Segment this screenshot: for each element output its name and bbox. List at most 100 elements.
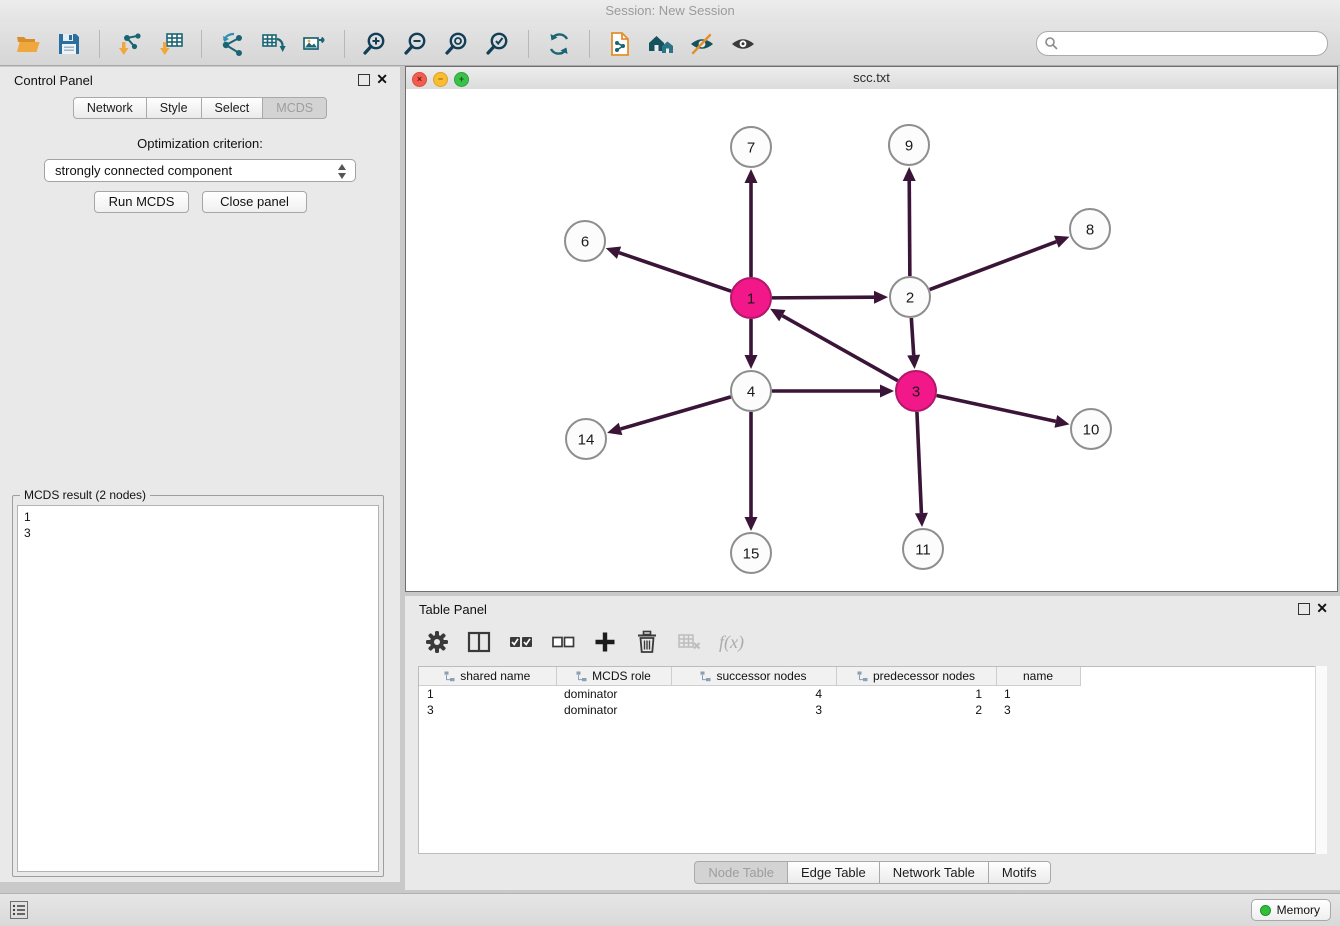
graph-edge-arrowhead: [606, 247, 621, 259]
cell-predecessor-nodes[interactable]: 1: [836, 686, 996, 703]
graph-edge-1-2[interactable]: [772, 297, 874, 298]
table-panel: Table Panel ✕: [405, 596, 1340, 890]
eye-icon[interactable]: [727, 28, 759, 60]
memory-button[interactable]: Memory: [1251, 899, 1331, 921]
graph-node-3[interactable]: 3: [896, 371, 936, 411]
tab-motifs[interactable]: Motifs: [988, 861, 1051, 884]
header-filler: [1080, 667, 1326, 686]
graph-edge-4-14[interactable]: [621, 397, 731, 429]
import-table-icon[interactable]: [155, 28, 187, 60]
svg-text:3: 3: [912, 384, 920, 401]
graph-edge-3-1[interactable]: [782, 316, 897, 381]
optimization-criterion-value: strongly connected component: [55, 163, 232, 178]
cell-successor-nodes[interactable]: 4: [671, 686, 836, 703]
table-row[interactable]: 3 dominator 3 2 3: [419, 702, 1326, 718]
network-canvas[interactable]: 1 2 3 4 6 7 8 9 10 11 14 15: [406, 89, 1337, 591]
table-vertical-scrollbar[interactable]: [1315, 666, 1327, 854]
cell-successor-nodes[interactable]: 3: [671, 702, 836, 718]
search-icon: [1044, 36, 1058, 50]
control-panel-close-icon[interactable]: ✕: [376, 71, 388, 87]
zoom-fit-icon[interactable]: [441, 28, 473, 60]
col-header-predecessor-nodes[interactable]: predecessor nodes: [836, 667, 996, 686]
col-header-name[interactable]: name: [996, 667, 1080, 686]
task-history-icon[interactable]: [10, 901, 28, 924]
apply-layout-icon[interactable]: [543, 28, 575, 60]
add-icon[interactable]: [589, 626, 621, 658]
graph-node-7[interactable]: 7: [731, 127, 771, 167]
table-panel-close-icon[interactable]: ✕: [1316, 600, 1328, 616]
graph-edge-2-3[interactable]: [911, 318, 913, 355]
cell-name[interactable]: 3: [996, 702, 1080, 718]
graph-edge-3-10[interactable]: [937, 395, 1056, 421]
window-close-button[interactable]: ×: [412, 72, 427, 87]
node-table: shared name MCDS role successor nodes pr…: [419, 667, 1326, 718]
toolbar-separator: [99, 30, 100, 58]
cell-name[interactable]: 1: [996, 686, 1080, 703]
home-icon[interactable]: [645, 28, 677, 60]
tab-edge-table[interactable]: Edge Table: [787, 861, 880, 884]
cell-shared-name[interactable]: 3: [419, 702, 556, 718]
graph-node-14[interactable]: 14: [566, 419, 606, 459]
graph-node-10[interactable]: 10: [1071, 409, 1111, 449]
mcds-result-item[interactable]: 3: [24, 525, 372, 541]
import-network-icon[interactable]: [114, 28, 146, 60]
graph-node-11[interactable]: 11: [903, 529, 943, 569]
run-mcds-button[interactable]: Run MCDS: [94, 191, 189, 213]
cell-mcds-role[interactable]: dominator: [556, 702, 671, 718]
deselect-all-icon[interactable]: [547, 626, 579, 658]
graph-edge-arrowhead: [745, 517, 758, 531]
graph-edge-1-6[interactable]: [619, 253, 731, 291]
graph-edge-2-9[interactable]: [909, 181, 910, 276]
window-zoom-button[interactable]: +: [454, 72, 469, 87]
col-header-successor-nodes[interactable]: successor nodes: [671, 667, 836, 686]
graph-node-2[interactable]: 2: [890, 277, 930, 317]
graph-node-1[interactable]: 1: [731, 278, 771, 318]
col-header-mcds-role[interactable]: MCDS role: [556, 667, 671, 686]
mcds-result-item[interactable]: 1: [24, 509, 372, 525]
cell-shared-name[interactable]: 1: [419, 686, 556, 703]
col-header-shared-name[interactable]: shared name: [419, 667, 556, 686]
close-panel-button[interactable]: Close panel: [202, 191, 307, 213]
clone-network-icon[interactable]: [216, 28, 248, 60]
tab-style[interactable]: Style: [146, 97, 202, 119]
select-all-icon[interactable]: [505, 626, 537, 658]
graph-node-8[interactable]: 8: [1070, 209, 1110, 249]
save-session-icon[interactable]: [53, 28, 85, 60]
mcds-result-groupbox: MCDS result (2 nodes) 1 3: [12, 495, 384, 877]
graph-node-15[interactable]: 15: [731, 533, 771, 573]
node-table-wrap: shared name MCDS role successor nodes pr…: [418, 666, 1327, 854]
tab-node-table[interactable]: Node Table: [694, 861, 788, 884]
table-panel-float-icon[interactable]: [1298, 603, 1310, 615]
table-panel-title: Table Panel: [419, 602, 487, 617]
zoom-in-icon[interactable]: [359, 28, 391, 60]
export-image-icon[interactable]: [298, 28, 330, 60]
control-panel-float-icon[interactable]: [358, 74, 370, 86]
graph-node-9[interactable]: 9: [889, 125, 929, 165]
cell-predecessor-nodes[interactable]: 2: [836, 702, 996, 718]
show-graphics-details-icon[interactable]: [686, 28, 718, 60]
graph-edge-3-11[interactable]: [917, 412, 921, 513]
first-neighbors-icon[interactable]: [604, 28, 636, 60]
tab-network[interactable]: Network: [73, 97, 147, 119]
table-row[interactable]: 1 dominator 4 1 1: [419, 686, 1326, 703]
optimization-criterion-select[interactable]: strongly connected component: [44, 159, 356, 182]
graph-node-6[interactable]: 6: [565, 221, 605, 261]
graph-edge-2-8[interactable]: [930, 242, 1057, 290]
zoom-out-icon[interactable]: [400, 28, 432, 60]
show-columns-icon[interactable]: [463, 626, 495, 658]
graph-node-4[interactable]: 4: [731, 371, 771, 411]
tab-mcds[interactable]: MCDS: [262, 97, 327, 119]
tab-select[interactable]: Select: [201, 97, 264, 119]
tab-network-table[interactable]: Network Table: [879, 861, 989, 884]
cell-mcds-role[interactable]: dominator: [556, 686, 671, 703]
table-settings-icon[interactable]: [421, 626, 453, 658]
open-session-icon[interactable]: [12, 28, 44, 60]
zoom-selected-icon[interactable]: [482, 28, 514, 60]
svg-text:14: 14: [578, 432, 595, 449]
search-input[interactable]: [1061, 33, 1319, 54]
mcds-result-list[interactable]: 1 3: [17, 505, 379, 872]
app-titlebar: Session: New Session: [0, 0, 1340, 22]
network-from-table-icon[interactable]: [257, 28, 289, 60]
window-minimize-button[interactable]: −: [433, 72, 448, 87]
delete-icon[interactable]: [631, 626, 663, 658]
